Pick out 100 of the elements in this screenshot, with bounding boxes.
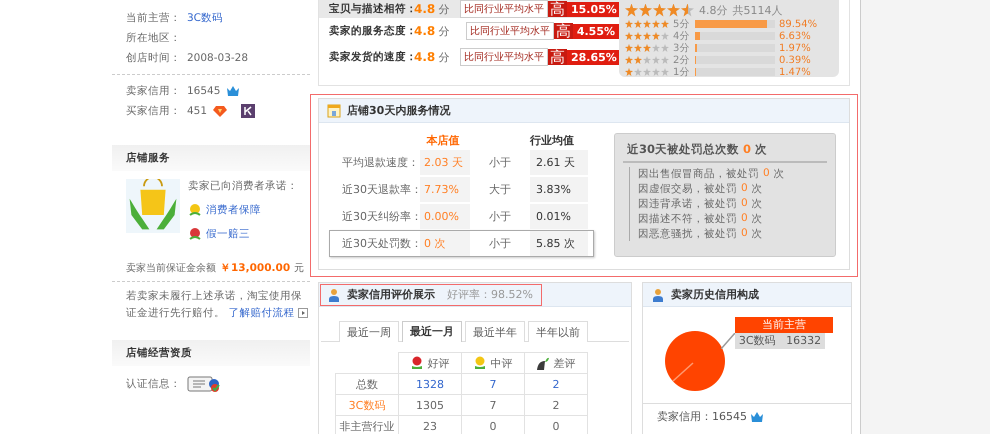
promise-text: 卖家已向消费者承诺： bbox=[188, 179, 298, 193]
credit-value: 16545 bbox=[187, 85, 220, 97]
credit-label: 卖家信用： bbox=[126, 84, 181, 98]
callout-title: 当前主营 bbox=[735, 317, 833, 333]
distribution-percent: 0.39% bbox=[779, 54, 811, 66]
star-icon bbox=[625, 4, 638, 16]
metric-label: 近30天退款率： bbox=[341, 182, 420, 197]
credit-label: 买家信用： bbox=[126, 104, 181, 118]
comparison-label: 比同行业平均水平 bbox=[460, 48, 548, 66]
rating-label: 卖家的服务态度： bbox=[329, 24, 411, 38]
flower-icon bbox=[473, 356, 488, 370]
distribution-percent: 1.97% bbox=[779, 42, 811, 54]
penalty-unit: 次 bbox=[774, 167, 785, 181]
trend-label: 高 bbox=[554, 23, 573, 39]
column-header: 中评 bbox=[462, 352, 524, 374]
store-value: 2.03 天 bbox=[420, 150, 470, 175]
table-cell[interactable]: 1328 bbox=[398, 374, 462, 394]
panel-title: 卖家信用评价展示 bbox=[347, 287, 435, 302]
metric-label: 近30天处罚数： bbox=[341, 236, 420, 251]
period-tab[interactable]: 最近半年 bbox=[465, 321, 525, 342]
distribution-percent: 6.63% bbox=[779, 30, 811, 42]
relation-text: 小于 bbox=[488, 155, 512, 170]
category-link[interactable]: 3C数码 bbox=[187, 11, 224, 25]
guarantee-link[interactable]: 假一赔三 bbox=[206, 227, 250, 241]
leader-line bbox=[721, 333, 735, 349]
column-header: 行业均值 bbox=[528, 132, 575, 148]
bag-in-hands-icon bbox=[126, 179, 180, 233]
panel-title: 店铺30天内服务情况 bbox=[347, 103, 450, 118]
callout-value: 3C数码 16332 bbox=[735, 333, 825, 349]
panel-title: 卖家历史信用构成 bbox=[671, 287, 759, 302]
rating-label: 卖家发货的速度： bbox=[329, 50, 411, 64]
shop-icon bbox=[327, 104, 341, 118]
score-unit: 分 bbox=[438, 2, 450, 16]
industry-average: 2.61 天 bbox=[530, 150, 588, 175]
selected-row[interactable]: 近30天处罚数： 0 次 小于 5.85 次 bbox=[329, 230, 594, 257]
period-tab[interactable]: 半年以前 bbox=[528, 321, 588, 342]
comparison-label: 比同行业平均水平 bbox=[466, 22, 554, 40]
rating-score: 4.8 bbox=[414, 2, 436, 16]
star-level-label: 2分 bbox=[673, 54, 690, 67]
star-level-label: 5分 bbox=[673, 18, 690, 31]
row-header: 总数 bbox=[336, 374, 398, 394]
comparison-percent: 4.55% bbox=[572, 24, 619, 38]
penalty-reason: 因出售假冒商品，被处罚 bbox=[638, 167, 759, 181]
deposit-label: 卖家当前保证金余额 bbox=[126, 262, 216, 275]
trend-label: 高 bbox=[548, 49, 567, 65]
penalty-title: 近30天被处罚总次数 bbox=[627, 142, 740, 156]
distribution-percent: 1.47% bbox=[779, 66, 811, 78]
industry-average: 5.85 次 bbox=[530, 231, 588, 256]
positive-rate: 好评率：98.52% bbox=[447, 287, 533, 302]
section-header: 店铺经营资质 bbox=[112, 340, 310, 366]
flower-icon bbox=[188, 203, 202, 217]
scroll-bar[interactable] bbox=[860, 0, 990, 434]
relation-text: 小于 bbox=[488, 236, 512, 251]
comparison-percent: 28.65% bbox=[567, 50, 619, 64]
penalty-count: 0 bbox=[763, 167, 770, 181]
process-link[interactable]: 了解赔付流程 bbox=[228, 307, 294, 319]
penalty-reason: 因恶意骚扰，被处罚 bbox=[638, 227, 737, 241]
deposit-amount: ￥13,000.00 bbox=[220, 261, 290, 275]
guarantee-link[interactable]: 消费者保障 bbox=[206, 203, 261, 217]
average-score: 4.8分 bbox=[699, 2, 728, 18]
diamond-icon bbox=[213, 104, 228, 118]
rater-count: 共5114人 bbox=[732, 2, 782, 18]
table-cell[interactable]: 7 bbox=[462, 374, 524, 394]
industry-average: 0.01% bbox=[530, 204, 588, 229]
row-header: 3C数码 bbox=[336, 394, 398, 416]
certificate-icon[interactable] bbox=[187, 375, 221, 393]
penalty-unit: 次 bbox=[752, 182, 763, 196]
credit-value: 451 bbox=[187, 105, 208, 117]
rating-score: 4.8 bbox=[414, 50, 436, 64]
star-level-label: 4分 bbox=[673, 30, 690, 43]
comparison-percent: 15.05% bbox=[567, 2, 619, 16]
row-header: 非主营行业 bbox=[336, 416, 398, 434]
table-cell[interactable]: 2 bbox=[524, 374, 588, 394]
table-cell: 1305 bbox=[398, 394, 462, 416]
info-label: 创店时间： bbox=[126, 51, 181, 65]
store-value: 0.00% bbox=[420, 204, 470, 229]
penalty-reason: 因违背承诺，被处罚 bbox=[638, 197, 737, 211]
penalty-count: 0 bbox=[741, 182, 748, 196]
store-value: 7.73% bbox=[420, 177, 470, 202]
score-unit: 分 bbox=[438, 50, 450, 64]
relation-text: 小于 bbox=[488, 209, 512, 224]
period-tab[interactable]: 最近一周 bbox=[339, 321, 399, 342]
rating-label: 宝贝与描述相符： bbox=[329, 2, 411, 16]
score-unit: 分 bbox=[438, 24, 450, 38]
star-level-label: 1分 bbox=[673, 66, 690, 79]
star-icon bbox=[667, 4, 680, 16]
penalty-unit: 次 bbox=[752, 212, 763, 226]
guarantee-note: 若卖家未履行上述承诺，淘宝使用保证金进行先行赔付。 了解赔付流程 bbox=[126, 288, 310, 322]
metric-label: 近30天纠纷率： bbox=[341, 209, 420, 224]
period-tab[interactable]: 最近一月 bbox=[402, 321, 462, 342]
column-header: 本店值 bbox=[425, 132, 460, 148]
crown-icon bbox=[750, 410, 764, 424]
info-value: 2008-03-28 bbox=[187, 52, 248, 64]
relation-text: 大于 bbox=[488, 182, 512, 197]
star-icon bbox=[653, 4, 666, 16]
deposit-unit: 元 bbox=[294, 262, 304, 275]
store-value: 0 次 bbox=[420, 231, 470, 256]
star-level-label: 3分 bbox=[673, 42, 690, 55]
penalty-count: 0 bbox=[741, 197, 748, 211]
pie-chart bbox=[665, 331, 725, 391]
